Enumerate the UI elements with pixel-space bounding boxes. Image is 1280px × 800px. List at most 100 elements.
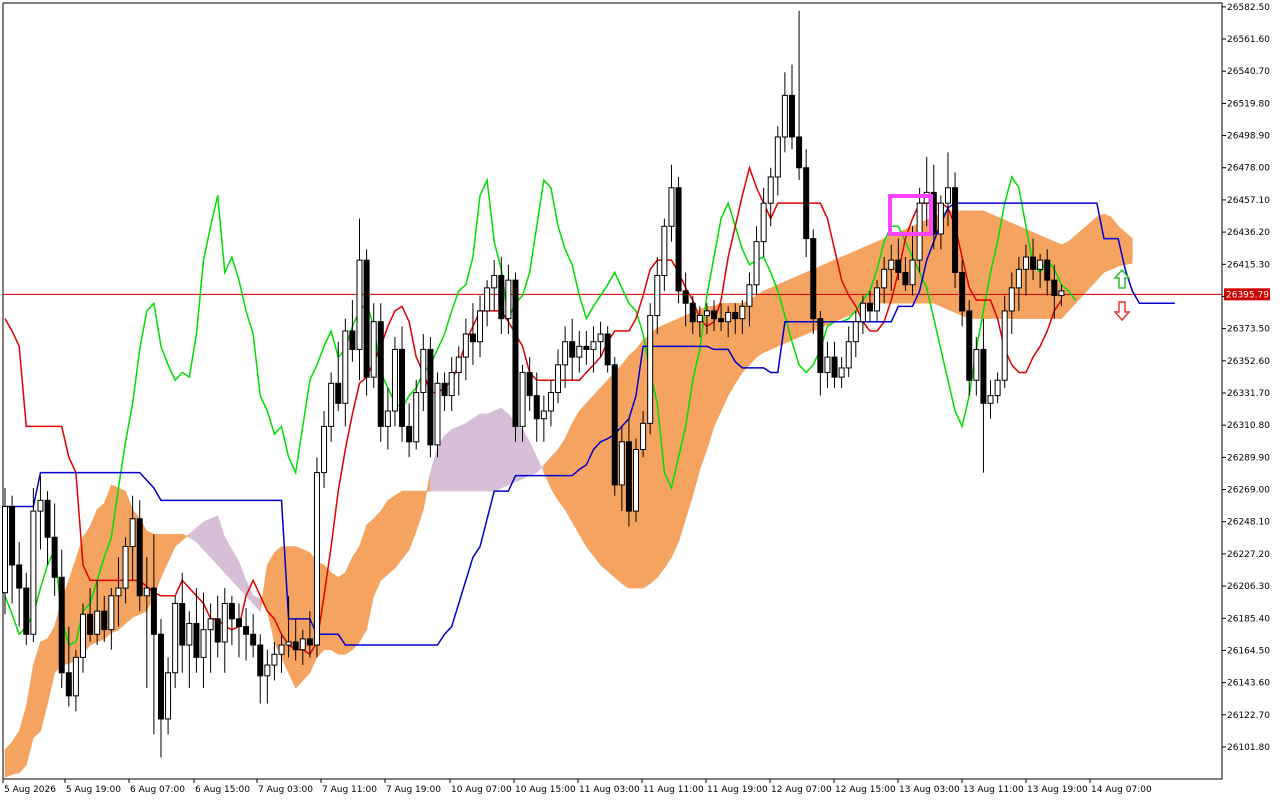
candle-body[interactable] <box>16 564 23 589</box>
candle-body[interactable] <box>122 546 129 589</box>
candle-body[interactable] <box>647 315 654 424</box>
candle-body[interactable] <box>916 202 923 261</box>
candle-body[interactable] <box>732 311 739 320</box>
candle-body[interactable] <box>37 499 44 512</box>
candle-body[interactable] <box>30 510 37 635</box>
candle-body[interactable] <box>810 238 817 320</box>
candle-body[interactable] <box>512 279 519 427</box>
candle-body[interactable] <box>909 259 916 286</box>
candle-body[interactable] <box>228 602 235 620</box>
candle-body[interactable] <box>583 345 590 350</box>
candle-body[interactable] <box>72 656 79 697</box>
candle-body[interactable] <box>420 348 427 394</box>
candle-body[interactable] <box>1008 287 1015 312</box>
candle-body[interactable] <box>491 275 498 289</box>
candle-body[interactable] <box>959 271 966 312</box>
candle-body[interactable] <box>370 321 377 378</box>
candle-body[interactable] <box>696 315 703 323</box>
candle-body[interactable] <box>441 382 448 397</box>
candle-body[interactable] <box>313 472 320 646</box>
candle-body[interactable] <box>214 618 221 643</box>
candle-body[interactable] <box>150 587 157 635</box>
candle-body[interactable] <box>129 518 136 548</box>
candle-body[interactable] <box>207 618 214 631</box>
candle-body[interactable] <box>788 94 795 138</box>
candle-body[interactable] <box>569 341 576 358</box>
candle-body[interactable] <box>58 576 65 674</box>
candle-body[interactable] <box>165 672 172 720</box>
candle-body[interactable] <box>157 633 164 720</box>
candle-body[interactable] <box>767 176 774 204</box>
candle-body[interactable] <box>725 311 732 323</box>
candle-body[interactable] <box>1044 259 1051 281</box>
candle-body[interactable] <box>852 321 859 343</box>
candle-body[interactable] <box>9 505 16 566</box>
candle-body[interactable] <box>803 167 810 240</box>
candle-body[interactable] <box>391 348 398 412</box>
candle-body[interactable] <box>399 348 406 427</box>
candle-body[interactable] <box>193 622 200 658</box>
candle-body[interactable] <box>477 310 484 343</box>
candle-body[interactable] <box>944 187 951 204</box>
candle-body[interactable] <box>618 441 625 486</box>
candle-body[interactable] <box>186 622 193 646</box>
candle-body[interactable] <box>711 310 717 320</box>
candle-body[interactable] <box>462 333 469 358</box>
candle-body[interactable] <box>547 392 554 412</box>
candle-body[interactable] <box>859 302 866 323</box>
candle-body[interactable] <box>342 330 349 404</box>
candle-body[interactable] <box>363 259 370 378</box>
candle-body[interactable] <box>285 641 292 646</box>
candle-body[interactable] <box>845 341 852 369</box>
candle-body[interactable] <box>172 602 179 674</box>
candle-body[interactable] <box>469 333 476 343</box>
candle-body[interactable] <box>484 287 491 312</box>
candle-body[interactable] <box>902 271 909 286</box>
candle-body[interactable] <box>356 259 363 350</box>
candle-body[interactable] <box>824 356 831 374</box>
candle-body[interactable] <box>796 136 803 169</box>
candle-body[interactable] <box>994 379 1001 397</box>
candle-body[interactable] <box>455 356 462 374</box>
candle-body[interactable] <box>952 187 959 273</box>
candle-body[interactable] <box>746 284 753 307</box>
candle-body[interactable] <box>243 626 250 635</box>
candle-body[interactable] <box>250 633 257 646</box>
candle-body[interactable] <box>335 382 342 404</box>
candle-body[interactable] <box>888 259 895 270</box>
candle-body[interactable] <box>271 653 278 666</box>
candle-body[interactable] <box>143 587 150 597</box>
candle-body[interactable] <box>987 395 994 404</box>
candle-body[interactable] <box>65 672 72 697</box>
candle-body[interactable] <box>703 310 710 317</box>
candle-body[interactable] <box>895 259 902 273</box>
candle-body[interactable] <box>101 610 108 631</box>
candle-body[interactable] <box>377 321 384 427</box>
candle-body[interactable] <box>966 310 973 381</box>
candle-body[interactable] <box>654 275 661 317</box>
candle-body[interactable] <box>881 268 888 289</box>
candle-body[interactable] <box>597 333 604 343</box>
candle-body[interactable] <box>299 638 306 651</box>
candle-body[interactable] <box>292 641 299 651</box>
candle-body[interactable] <box>604 333 611 366</box>
candle-body[interactable] <box>505 279 512 320</box>
candle-body[interactable] <box>321 425 328 474</box>
candle-body[interactable] <box>973 348 980 381</box>
candle-body[interactable] <box>526 372 533 397</box>
candle-body[interactable] <box>278 644 285 655</box>
candle-body[interactable] <box>753 241 760 286</box>
candle-body[interactable] <box>980 348 987 404</box>
candle-body[interactable] <box>533 395 540 420</box>
candle-body[interactable] <box>179 602 186 646</box>
candle-body[interactable] <box>760 202 767 243</box>
candle-body[interactable] <box>448 372 455 397</box>
candle-body[interactable] <box>576 345 583 358</box>
candle-body[interactable] <box>23 587 30 635</box>
candle-body[interactable] <box>675 187 682 292</box>
candle-body[interactable] <box>200 629 207 658</box>
candle-body[interactable] <box>1030 256 1037 270</box>
candle-body[interactable] <box>866 302 873 312</box>
candle-body[interactable] <box>406 425 413 443</box>
candle-body[interactable] <box>611 364 618 486</box>
